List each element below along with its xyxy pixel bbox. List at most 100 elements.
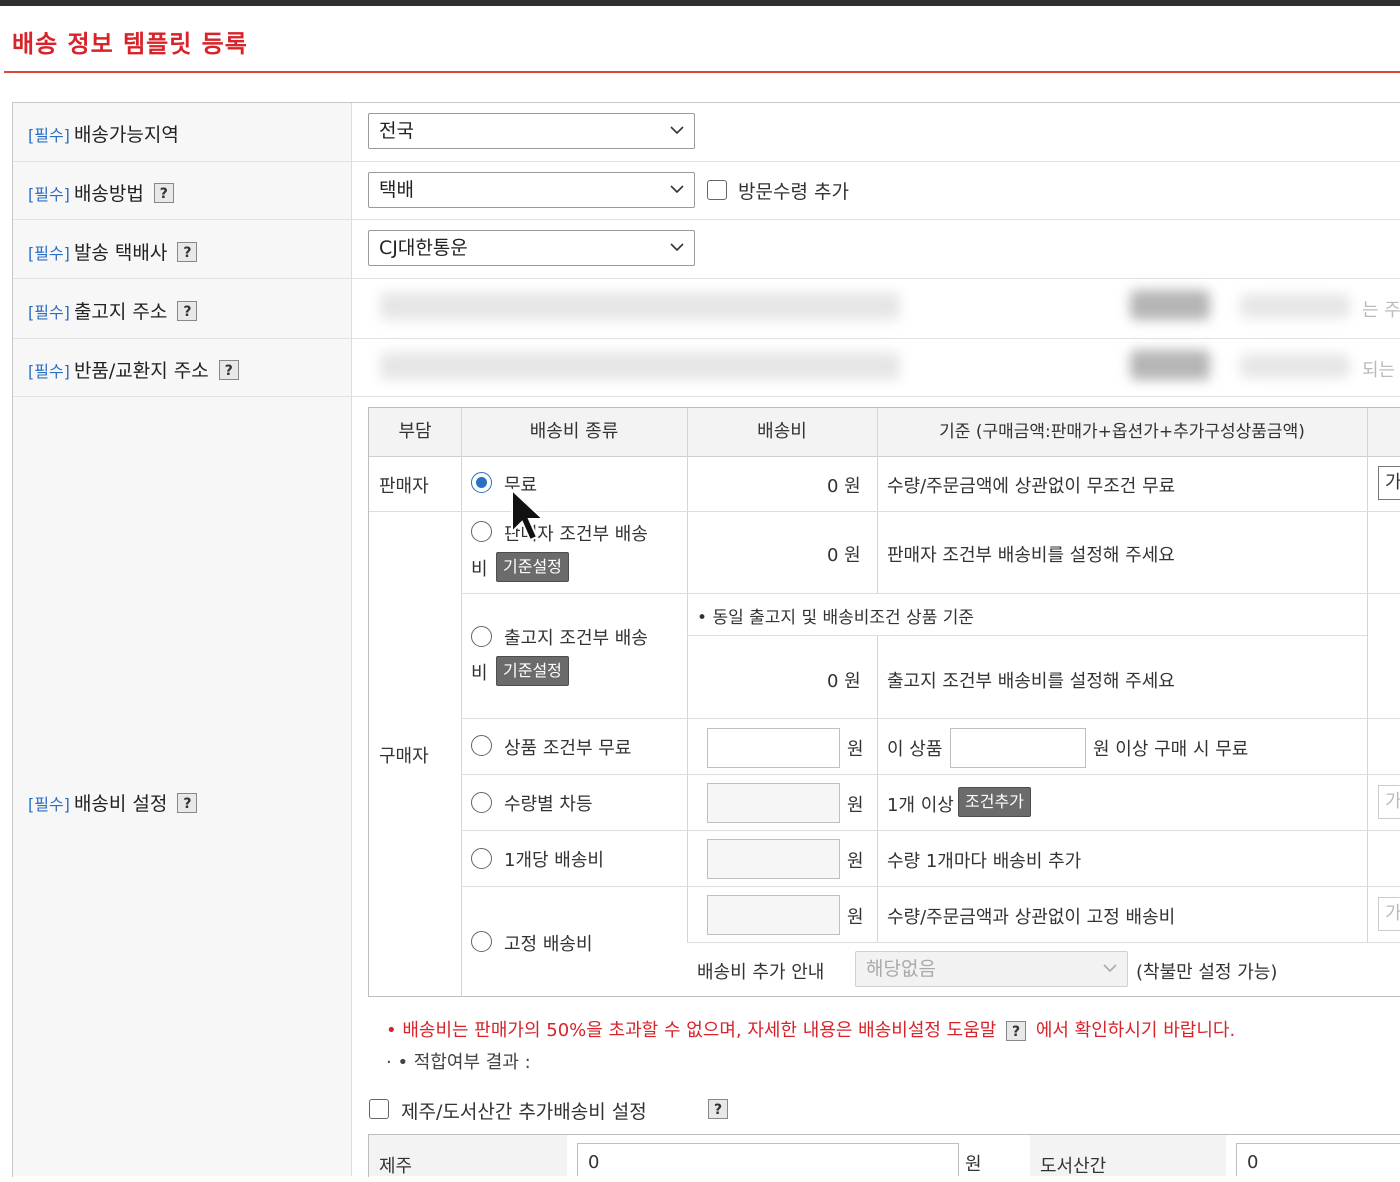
help-icon[interactable]: ?	[1006, 1021, 1027, 1041]
region-label-text: 배송가능지역	[73, 124, 179, 146]
row-divider	[13, 338, 1400, 339]
region-select[interactable]: 전국	[368, 113, 695, 149]
method-select[interactable]: 택배	[368, 172, 695, 208]
help-icon[interactable]: ?	[177, 241, 198, 262]
row-divider	[461, 593, 1400, 594]
page-title: 배송 정보 템플릿 등록	[12, 30, 248, 58]
col-divider	[461, 408, 462, 997]
method-label-text: 배송방법	[73, 183, 144, 205]
product-cond-fee-input[interactable]	[707, 728, 840, 768]
origin-cond-note-text: 동일 출고지 및 배송비조건 상품 기준	[712, 608, 975, 628]
method-label: [필수] 배송방법 ?	[28, 179, 174, 206]
jeju-fee-input[interactable]: 0	[577, 1143, 959, 1176]
region-label: [필수] 배송가능지역	[28, 120, 179, 147]
help-icon[interactable]: ?	[708, 1099, 728, 1119]
origin-change-button-blurred[interactable]	[1130, 290, 1210, 320]
row-divider	[13, 161, 1400, 162]
fee-type-origin-cond-label-2: 비	[471, 663, 488, 684]
origin-cond-criteria-button[interactable]: 기준설정	[496, 656, 569, 686]
fee-type-fixed-radio[interactable]	[471, 931, 492, 952]
fee-warning-text: 배송비는 판매가의 50%을 초과할 수 없으며, 자세한 내용은 배송비설정 …	[402, 1020, 997, 1041]
seller-cond-criteria-button[interactable]: 기준설정	[496, 552, 569, 582]
region-select-value: 전국	[379, 120, 414, 142]
won-unit: 원	[847, 739, 864, 760]
header-fee: 배송비	[757, 421, 807, 442]
courier-select[interactable]: CJ대한통운	[368, 230, 695, 266]
payer-buyer: 구매자	[379, 746, 429, 767]
fee-type-fixed-label: 고정 배송비	[504, 934, 593, 955]
fee-type-free-radio[interactable]	[471, 472, 492, 493]
island-label: 도서산간	[1040, 1156, 1107, 1177]
row-divider	[687, 942, 1400, 943]
fee-type-origin-cond-radio[interactable]	[471, 626, 492, 647]
required-tag: [필수]	[28, 361, 70, 381]
extra-fee-select[interactable]: 해당없음	[855, 951, 1128, 987]
row-divider	[13, 219, 1400, 220]
col-divider	[687, 408, 688, 942]
qty-tier-criteria: 1개 이상	[887, 795, 954, 816]
jeju-label: 제주	[379, 1156, 413, 1177]
method-select-value: 택배	[379, 179, 414, 201]
fee-type-qty-tier-radio[interactable]	[471, 792, 492, 813]
header-fee-type: 배송비 종류	[529, 421, 619, 442]
origin-cond-note: • 동일 출고지 및 배송비조건 상품 기준	[697, 608, 975, 628]
per-item-fee-input[interactable]	[707, 839, 840, 879]
help-icon[interactable]: ?	[218, 359, 239, 380]
product-cond-threshold-input[interactable]	[950, 728, 1086, 768]
fixed-extra-note: (착불만 설정 가능)	[1136, 962, 1278, 983]
title-divider	[4, 71, 1400, 73]
fee-seller-cond-criteria: 판매자 조건부 배송비를 설정해 주세요	[887, 545, 1175, 566]
won-unit: 원	[847, 851, 864, 872]
fee-type-seller-cond-radio[interactable]	[471, 521, 492, 542]
return-note-edge: 되는	[1362, 360, 1396, 381]
fee-type-seller-cond-label-2: 비	[471, 559, 488, 580]
chevron-down-icon	[670, 185, 684, 194]
origin-address-blurred	[380, 292, 900, 320]
return-change-button-blurred[interactable]	[1130, 350, 1210, 380]
row-divider	[461, 774, 1400, 775]
col-divider	[877, 408, 878, 594]
fixed-criteria: 수량/주문금액과 상관없이 고정 배송비	[887, 907, 1176, 928]
fee-free-edge-button[interactable]: 가	[1378, 466, 1400, 500]
row-divider	[13, 278, 1400, 279]
fee-free-criteria: 수량/주문금액에 상관없이 무조건 무료	[887, 476, 1176, 497]
fee-origin-cond-criteria: 출고지 조건부 배송비를 설정해 주세요	[887, 671, 1175, 692]
fee-warning-text-end: 에서 확인하시기 바랍니다.	[1035, 1020, 1236, 1041]
qty-tier-edge-button[interactable]: 가	[1378, 785, 1400, 819]
help-icon[interactable]: ?	[177, 792, 198, 813]
return-note-blurred	[1240, 354, 1350, 378]
row-divider	[461, 718, 1400, 719]
extra-fee-select-value: 해당없음	[866, 958, 936, 980]
fee-type-per-item-radio[interactable]	[471, 848, 492, 869]
required-tag: [필수]	[28, 125, 70, 145]
help-icon[interactable]: ?	[177, 300, 198, 321]
visit-pickup-checkbox[interactable]	[707, 180, 727, 200]
col-divider	[877, 636, 878, 942]
suitability-result-text: 적합여부 결과 :	[413, 1052, 531, 1073]
add-condition-button[interactable]: 조건추가	[958, 787, 1031, 817]
return-address-blurred	[380, 352, 900, 380]
island-fee-checkbox[interactable]	[369, 1099, 389, 1119]
fixed-fee-input[interactable]	[707, 895, 840, 935]
fixed-edge-button[interactable]: 가	[1378, 897, 1400, 931]
header-payer: 부담	[398, 421, 432, 442]
col-divider	[1367, 408, 1368, 942]
fee-type-qty-tier-label: 수량별 차등	[504, 794, 593, 815]
origin-label: [필수] 출고지 주소 ?	[28, 297, 198, 324]
chevron-down-icon	[670, 243, 684, 252]
row-divider	[13, 396, 1400, 397]
help-icon[interactable]: ?	[153, 182, 174, 203]
row-divider	[461, 830, 1400, 831]
payer-seller: 판매자	[379, 476, 429, 497]
qty-tier-fee-input[interactable]	[707, 783, 840, 823]
suitability-result: · • 적합여부 결과 :	[386, 1052, 531, 1073]
island-fee-input[interactable]: 0	[1236, 1143, 1400, 1176]
required-tag: [필수]	[28, 302, 70, 322]
won-unit: 원	[847, 907, 864, 928]
fee-warning: • 배송비는 판매가의 50%을 초과할 수 없으며, 자세한 내용은 배송비설…	[386, 1020, 1236, 1041]
per-item-criteria: 수량 1개마다 배송비 추가	[887, 851, 1082, 872]
row-divider	[687, 635, 1367, 636]
fee-type-product-cond-radio[interactable]	[471, 735, 492, 756]
fee-type-per-item-label: 1개당 배송비	[504, 850, 604, 871]
return-label: [필수] 반품/교환지 주소 ?	[28, 356, 239, 383]
